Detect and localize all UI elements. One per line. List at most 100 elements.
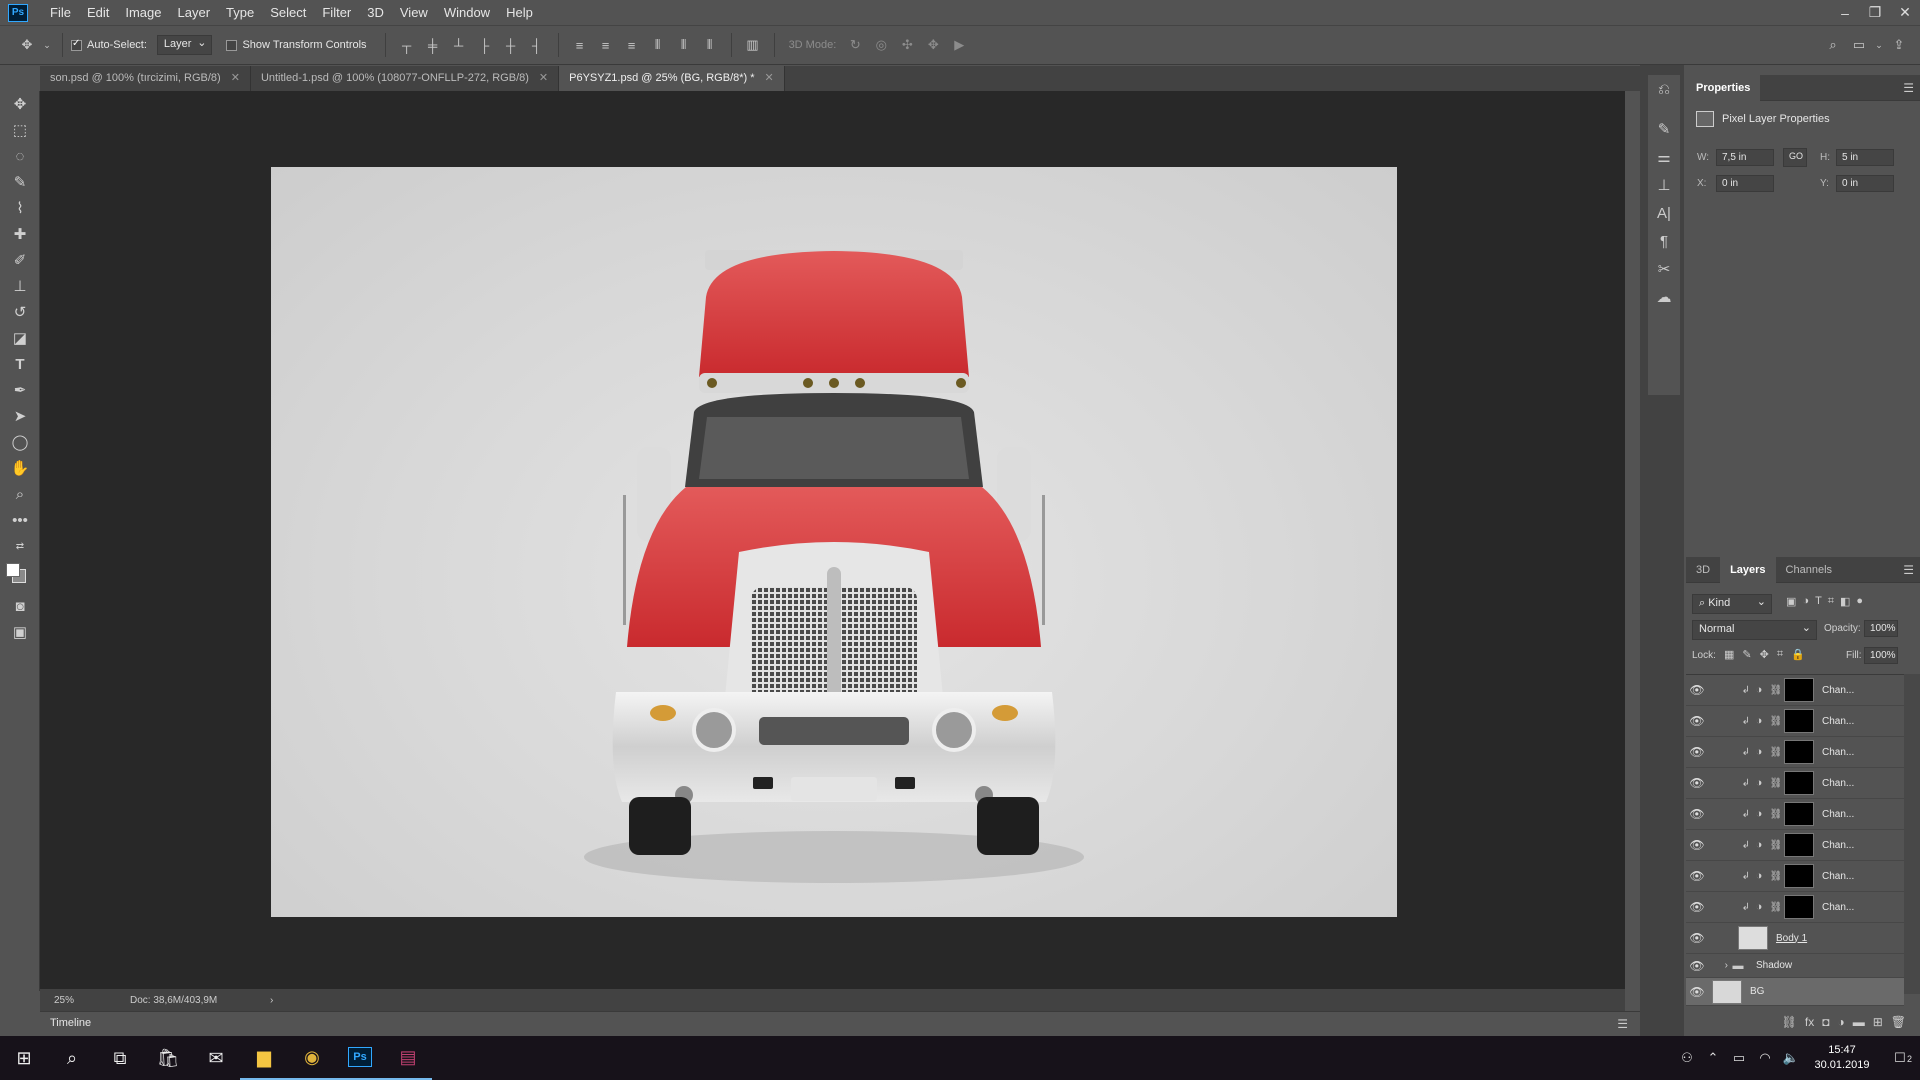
menu-window[interactable]: Window [436,0,498,25]
marquee-tool-icon[interactable]: ⬚ [0,117,40,143]
restore-icon[interactable]: ❐ [1860,0,1890,25]
align-top-icon[interactable]: ┬ [396,34,418,56]
filter-kind-dropdown[interactable]: ⌕ Kind [1692,594,1772,614]
task-view-icon[interactable]: ⧉ [96,1036,144,1080]
visibility-eye-icon[interactable]: 👁 [1686,838,1708,852]
mail-icon[interactable]: ✉ [192,1036,240,1080]
layer-thumbnail[interactable] [1738,926,1768,950]
chevron-down-icon[interactable]: ⌄ [1874,34,1884,56]
distribute-hcenter-icon[interactable]: ⦀ [673,34,695,56]
color-swatches[interactable] [0,559,40,593]
brush-settings-icon[interactable]: ✎ [1648,115,1680,143]
paragraph-icon[interactable]: ¶ [1648,227,1680,255]
adjustment-filter-icon[interactable]: ◑ [1802,595,1809,608]
layer-mask-thumbnail[interactable] [1784,740,1814,764]
lock-position-icon[interactable]: ✥ [1760,648,1769,661]
eraser-tool-icon[interactable]: ◪ [0,325,40,351]
hand-tool-icon[interactable]: ✋ [0,455,40,481]
visibility-eye-icon[interactable]: 👁 [1686,745,1708,759]
new-group-icon[interactable]: ▬ [1853,1015,1865,1029]
fx-icon[interactable]: fx [1805,1015,1814,1029]
photoshop-taskbar-icon[interactable]: Ps [336,1036,384,1080]
layer-row[interactable]: 👁 ↲ ◑ ⛓ Chan... [1686,737,1904,768]
align-horizontal-center-icon[interactable]: ┼ [500,34,522,56]
brush-tool-icon[interactable]: ✐ [0,247,40,273]
slide-3d-icon[interactable]: ✥ [922,34,944,56]
blend-mode-dropdown[interactable]: Normal [1692,620,1817,640]
foreground-color-swatch[interactable] [6,563,20,577]
file-explorer-icon[interactable]: ▆ [240,1036,288,1080]
close-icon[interactable]: ✕ [539,72,548,84]
visibility-eye-icon[interactable]: 👁 [1686,959,1708,973]
layer-row[interactable]: 👁 ↲ ◑ ⛓ Chan... [1686,799,1904,830]
show-transform-controls-checkbox[interactable]: Show Transform Controls [226,39,367,51]
chevron-up-icon[interactable]: ⌃ [1700,1050,1726,1066]
orbit-3d-icon[interactable]: ↻ [844,34,866,56]
quick-mask-icon[interactable]: ◙ [0,593,40,619]
lock-all-icon[interactable]: 🔒 [1791,648,1805,661]
menu-layer[interactable]: Layer [170,0,219,25]
checkbox-unchecked-icon[interactable] [226,39,238,51]
roll-3d-icon[interactable]: ◎ [870,34,892,56]
volume-icon[interactable]: 🔈 [1778,1050,1804,1066]
minimize-icon[interactable]: – [1830,0,1860,25]
visibility-eye-icon[interactable]: 👁 [1686,900,1708,914]
visibility-eye-icon[interactable]: 👁 [1686,714,1708,728]
visibility-eye-icon[interactable]: 👁 [1686,683,1708,697]
new-adjustment-icon[interactable]: ◑ [1837,1015,1844,1029]
tab-untitled-1[interactable]: Untitled-1.psd @ 100% (108077-ONFLLP-272… [250,66,560,91]
taskbar-clock[interactable]: 15:47 30.01.2019 [1804,1043,1880,1073]
chevron-right-icon[interactable]: › [1708,960,1728,971]
healing-brush-tool-icon[interactable]: ✚ [0,221,40,247]
chevron-right-icon[interactable]: › [270,995,273,1006]
wifi-icon[interactable]: ◠ [1752,1050,1778,1066]
smart-object-filter-icon[interactable]: ◧ [1840,595,1850,608]
chrome-icon[interactable]: ◉ [288,1036,336,1080]
notifications-icon[interactable]: ☐ 2 [1880,1050,1920,1066]
search-icon[interactable]: ⌕ [1822,34,1844,56]
y-field[interactable]: 0 in [1836,175,1894,192]
layer-mask-thumbnail[interactable] [1784,678,1814,702]
tab-son-psd[interactable]: son.psd @ 100% (tırcizimi, RGB/8) ✕ [40,66,251,91]
close-icon[interactable]: ✕ [765,72,774,84]
visibility-eye-icon[interactable]: 👁 [1686,869,1708,883]
adjustments-icon[interactable]: ⚌ [1648,143,1680,171]
pan-3d-icon[interactable]: ✣ [896,34,918,56]
chevron-down-icon[interactable]: ⌄ [42,34,52,56]
battery-icon[interactable]: ▭ [1726,1050,1752,1066]
layer-row[interactable]: 👁 ↲ ◑ ⛓ Chan... [1686,706,1904,737]
layer-row[interactable]: 👁 ↲ ◑ ⛓ Chan... [1686,861,1904,892]
libraries-icon[interactable]: ☁ [1648,283,1680,311]
menu-type[interactable]: Type [218,0,262,25]
width-field[interactable]: 7,5 in [1716,149,1774,166]
fill-field[interactable]: 100% [1864,647,1898,664]
history-brush-tool-icon[interactable]: ↺ [0,299,40,325]
tab-layers[interactable]: Layers [1720,556,1776,583]
document-canvas[interactable] [271,167,1397,917]
auto-select-checkbox[interactable]: Auto-Select: [71,38,147,51]
layer-row-body[interactable]: 👁 Body 1 [1686,923,1904,954]
move-tool-icon[interactable]: ✥ [0,91,40,117]
people-icon[interactable]: ⚇ [1674,1050,1700,1066]
distribute-vcenter-icon[interactable]: ≡ [595,34,617,56]
search-icon[interactable]: ⌕ [48,1036,96,1080]
move-tool-preset-icon[interactable]: ✥ [16,34,38,56]
delete-layer-icon[interactable]: 🗑 [1891,1015,1906,1029]
visibility-eye-icon[interactable]: 👁 [1686,985,1708,999]
eyedropper-tool-icon[interactable]: ⌇ [0,195,40,221]
distribute-right-icon[interactable]: ⦀ [699,34,721,56]
history-icon[interactable]: ⎌ [1648,75,1680,103]
lock-transparent-icon[interactable]: ▦ [1724,648,1734,661]
windows-start-icon[interactable]: ⊞ [0,1036,48,1080]
lock-image-icon[interactable]: ✎ [1742,648,1751,661]
zoom-level[interactable]: 25% [40,995,100,1006]
panel-menu-icon[interactable]: ☰ [1903,563,1914,577]
close-icon[interactable]: ✕ [1890,0,1920,25]
close-icon[interactable]: ✕ [231,72,240,84]
store-icon[interactable]: 🛍 [144,1036,192,1080]
menu-help[interactable]: Help [498,0,541,25]
visibility-eye-icon[interactable]: 👁 [1686,931,1708,945]
distribute-left-icon[interactable]: ⦀ [647,34,669,56]
pixel-filter-icon[interactable]: ▣ [1786,595,1796,608]
auto-select-dropdown[interactable]: Layer [156,35,213,55]
